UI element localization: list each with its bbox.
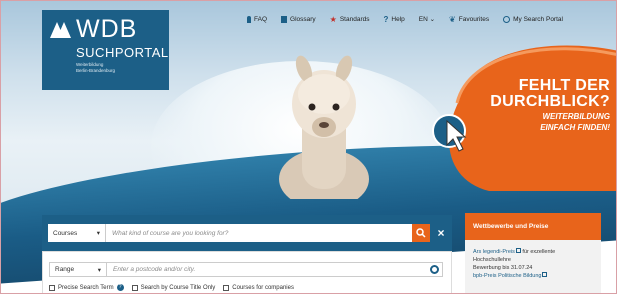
course-search-input[interactable]: What kind of course are you looking for? bbox=[106, 224, 412, 242]
bpb-prize-link[interactable]: bpb-Preis Politische Bildung bbox=[473, 273, 541, 279]
option-label: Courses for companies bbox=[232, 284, 294, 291]
promo-line-4: EINFACH FINDEN! bbox=[540, 123, 610, 132]
locate-icon[interactable] bbox=[430, 265, 439, 274]
chevron-down-icon: ▾ bbox=[97, 266, 101, 274]
top-navigation: FAQ Glossary ★ Standards ? Help EN ⌄ ❦ Favo… bbox=[247, 15, 563, 23]
range-value: Range bbox=[55, 266, 75, 273]
chevron-down-icon: ▾ bbox=[96, 230, 100, 237]
checkbox[interactable] bbox=[223, 284, 230, 291]
promo-line-1: FEHLT DER bbox=[518, 77, 610, 94]
nav-label: Glossary bbox=[290, 15, 316, 23]
search-icon bbox=[416, 228, 426, 238]
nav-help[interactable]: ? Help bbox=[383, 14, 405, 24]
option-label: Search by Course Title Only bbox=[140, 284, 216, 291]
option-label: Precise Search Term bbox=[58, 284, 114, 291]
leaf-icon: ❦ bbox=[449, 14, 456, 24]
nav-favourites[interactable]: ❦ Favourites bbox=[449, 14, 490, 24]
panel-text: für exzellente bbox=[522, 249, 556, 255]
precise-search-checkbox[interactable]: Precise Search Term? bbox=[49, 284, 124, 291]
logo-subtitle: SUCHPORTAL bbox=[76, 45, 169, 60]
logo-title: WDB bbox=[76, 15, 138, 43]
range-select[interactable]: Range ▾ bbox=[49, 262, 107, 277]
logo-tagline-2: Berlin-Brandenburg bbox=[76, 68, 116, 73]
category-value: Courses bbox=[53, 229, 78, 237]
user-icon bbox=[503, 15, 511, 23]
nav-label: Help bbox=[391, 15, 405, 23]
checkbox[interactable] bbox=[49, 284, 55, 291]
nav-my-search-portal[interactable]: My Search Portal bbox=[503, 15, 563, 23]
companies-checkbox[interactable]: Courses for companies bbox=[223, 284, 294, 291]
close-icon[interactable]: × bbox=[432, 224, 450, 242]
promo-text[interactable]: FEHLT DER DURCHBLICK? WEITERBILDUNG EINF… bbox=[490, 77, 610, 133]
nav-label: Favourites bbox=[458, 15, 490, 23]
location-placeholder: Enter a postcode and/or city. bbox=[113, 266, 196, 273]
nav-standards[interactable]: ★ Standards bbox=[329, 14, 370, 24]
search-panel: Courses ▾ What kind of course are you lo… bbox=[42, 215, 452, 293]
panel-text: Hochschullehre bbox=[473, 257, 511, 263]
panel-text: Bewerbung bis 31.07.24 bbox=[473, 265, 533, 271]
search-options: Range ▾ Enter a postcode and/or city. Pr… bbox=[42, 251, 452, 293]
help-icon[interactable]: ? bbox=[116, 284, 124, 291]
logo-mark-icon bbox=[50, 20, 72, 38]
nav-label: FAQ bbox=[254, 15, 268, 23]
nav-label: Standards bbox=[339, 15, 370, 23]
external-link-icon bbox=[515, 248, 521, 253]
alpaca-image bbox=[279, 55, 369, 199]
promo-line-3: WEITERBILDUNG bbox=[542, 112, 610, 121]
location-input[interactable]: Enter a postcode and/or city. bbox=[107, 262, 443, 277]
nav-label: EN ⌄ bbox=[418, 16, 436, 23]
nav-label: My Search Portal bbox=[513, 15, 563, 23]
wdb-logo[interactable]: WDB SUCHPORTAL Weiterbildung Berlin-Bran… bbox=[42, 10, 169, 90]
title-only-checkbox[interactable]: Search by Course Title Only bbox=[131, 284, 216, 291]
question-icon: ? bbox=[383, 14, 389, 24]
nav-glossary[interactable]: Glossary bbox=[281, 15, 316, 23]
language-selector[interactable]: EN ⌄ bbox=[419, 15, 435, 23]
book-icon bbox=[281, 15, 288, 23]
search-button[interactable] bbox=[412, 224, 430, 242]
nav-faq[interactable]: FAQ bbox=[247, 15, 268, 23]
panel-title: Wettbewerbe und Preise bbox=[465, 213, 601, 240]
star-icon: ★ bbox=[329, 14, 337, 24]
checkbox[interactable] bbox=[131, 284, 138, 291]
competitions-panel: Wettbewerbe und Preise Ars legendi-Preis… bbox=[465, 213, 601, 293]
page: FEHLT DER DURCHBLICK? WEITERBILDUNG EINF… bbox=[0, 0, 617, 294]
external-link-icon bbox=[542, 272, 548, 277]
category-select[interactable]: Courses ▾ bbox=[48, 224, 106, 242]
ars-legendi-link[interactable]: Ars legendi-Preis bbox=[473, 249, 515, 255]
lightbulb-icon bbox=[247, 15, 251, 23]
promo-line-2: DURCHBLICK? bbox=[490, 93, 610, 110]
